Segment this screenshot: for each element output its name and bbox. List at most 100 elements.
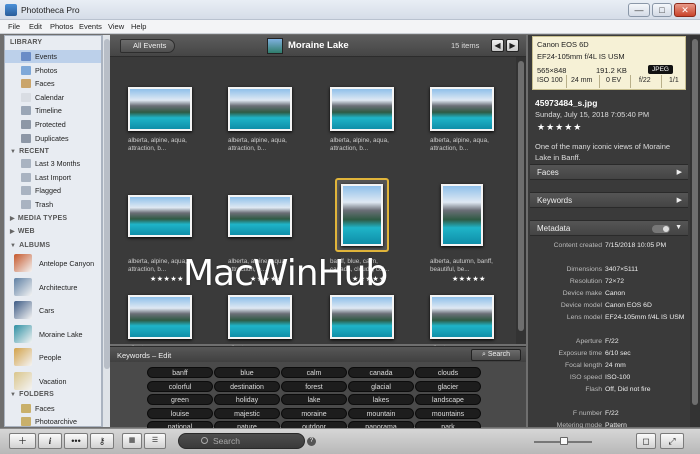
star-rating[interactable]: ★★★★★: [150, 275, 184, 283]
fullscreen-button[interactable]: ◻: [636, 433, 656, 449]
grid-view-icon[interactable]: ▦: [122, 433, 142, 449]
keyword-tag[interactable]: banff: [147, 367, 213, 378]
inspector-scroll-thumb[interactable]: [692, 39, 698, 405]
sidebar: LIBRARY Events Photos Faces Calendar Timelin…: [4, 35, 102, 427]
keyword-tag[interactable]: blue: [214, 367, 280, 378]
keyword-tag[interactable]: canada: [348, 367, 414, 378]
next-button[interactable]: ▶: [506, 39, 519, 52]
inspector-scrollbar[interactable]: [690, 35, 700, 427]
faces-section-header[interactable]: Faces ▶: [530, 164, 688, 180]
more-button[interactable]: •••: [64, 433, 88, 449]
menu-events[interactable]: Events: [79, 22, 102, 31]
album-antelope-canyon[interactable]: Antelope Canyon: [5, 252, 101, 274]
zoom-slider-knob[interactable]: [560, 437, 568, 445]
bottom-toolbar: ＋ i ••• ⚷ ▦ ☰ Search ? ◻ ⤢: [0, 428, 700, 454]
sidebar-item-duplicates[interactable]: Duplicates: [5, 132, 101, 145]
keyword-tag[interactable]: mountains: [415, 407, 481, 419]
minimize-button[interactable]: —: [628, 3, 650, 17]
expand-button[interactable]: ⤢: [660, 433, 684, 449]
sidebar-item-trash[interactable]: Trash: [5, 198, 101, 211]
event-thumbnail: [267, 38, 283, 54]
keyword-tag[interactable]: majestic: [214, 407, 280, 419]
close-button[interactable]: ✕: [674, 3, 696, 17]
keyword-search-button[interactable]: ⌕ Search: [471, 349, 521, 361]
keywords-section-header[interactable]: Keywords ▶: [530, 192, 688, 208]
sidebar-folder-faces[interactable]: Faces: [5, 402, 101, 415]
keyword-tag[interactable]: landscape: [415, 394, 481, 405]
photo-thumbnail-cell[interactable]: alberta, autumn, banff, beautiful, be... ★…: [422, 184, 522, 283]
star-rating[interactable]: ★★★★★: [452, 275, 486, 283]
keyword-tag[interactable]: holiday: [214, 394, 280, 405]
keyword-tag[interactable]: moraine: [281, 407, 347, 419]
photo-caption: alberta, autumn, banff, beautiful, be...: [430, 258, 493, 273]
list-view-icon[interactable]: ☰: [144, 433, 166, 449]
recent-header[interactable]: ▼ RECENT: [10, 148, 49, 155]
last-import-icon: [21, 172, 31, 182]
album-architecture[interactable]: Architecture: [5, 276, 101, 298]
search-input[interactable]: Search: [178, 433, 305, 449]
keyword-tag[interactable]: mountain: [348, 407, 414, 419]
keyword-tag[interactable]: forest: [281, 380, 347, 392]
photo-description[interactable]: One of the many iconic views of Moraine …: [535, 141, 685, 163]
album-cars[interactable]: Cars: [5, 299, 101, 321]
photo-thumbnail-cell[interactable]: alberta, alpine, aqua, attraction, b...: [220, 79, 320, 175]
info-button[interactable]: i: [38, 433, 62, 449]
keyword-tag[interactable]: glacier: [415, 380, 481, 392]
metadata-toggle[interactable]: [652, 225, 670, 233]
folders-header[interactable]: ▼ FOLDERS: [10, 391, 54, 398]
album-thumbnail: [14, 371, 32, 390]
faces-icon: [21, 79, 31, 89]
maximize-button[interactable]: □: [652, 3, 672, 17]
album-vacation[interactable]: Vacation: [5, 370, 101, 392]
sidebar-item-timeline[interactable]: Timeline: [5, 104, 101, 117]
sidebar-item-protected[interactable]: Protected: [5, 118, 101, 131]
album-people[interactable]: People: [5, 346, 101, 368]
all-events-button[interactable]: All Events: [120, 39, 176, 53]
grid-scrollbar[interactable]: [516, 57, 526, 344]
sidebar-scrollbar[interactable]: [102, 35, 110, 427]
photo-image: [330, 87, 394, 131]
keyword-tag[interactable]: glacial: [348, 380, 414, 392]
zoom-slider[interactable]: [534, 437, 592, 445]
keyword-tag[interactable]: lake: [281, 394, 347, 405]
sidebar-item-events[interactable]: Events: [5, 50, 101, 63]
keyword-tag[interactable]: colorful: [147, 380, 213, 392]
sidebar-item-last-3-months[interactable]: Last 3 Months: [5, 157, 101, 170]
menu-file[interactable]: File: [8, 22, 20, 31]
expand-arrow-icon: ▶: [676, 169, 682, 176]
menu-help[interactable]: Help: [131, 22, 146, 31]
sidebar-folder-photoarchive[interactable]: Photoarchive: [5, 415, 101, 426]
grid-scroll-thumb[interactable]: [518, 61, 524, 331]
photo-image: [430, 87, 494, 131]
photo-image: [128, 295, 192, 339]
photo-thumbnail-cell[interactable]: alberta, alpine, aqua, attraction, b...: [322, 79, 422, 175]
sidebar-item-last-import[interactable]: Last Import: [5, 171, 101, 184]
photo-rating[interactable]: ★★★★★: [537, 122, 582, 133]
previous-button[interactable]: ◀: [491, 39, 504, 52]
key-icon[interactable]: ⚷: [90, 433, 114, 449]
sidebar-item-calendar[interactable]: Calendar: [5, 91, 101, 104]
keyword-tag[interactable]: louise: [147, 407, 213, 419]
keyword-tag[interactable]: calm: [281, 367, 347, 378]
album-moraine-lake[interactable]: Moraine Lake: [5, 323, 101, 345]
photo-thumbnail-cell[interactable]: alberta, alpine, aqua, attraction, b...: [120, 79, 220, 175]
sidebar-item-label: Last Import: [35, 172, 71, 182]
menu-photos[interactable]: Photos: [50, 22, 73, 31]
sidebar-item-photos[interactable]: Photos: [5, 64, 101, 77]
sidebar-item-faces[interactable]: Faces: [5, 77, 101, 90]
keyword-tag[interactable]: lakes: [348, 394, 414, 405]
sidebar-item-flagged[interactable]: Flagged: [5, 184, 101, 197]
sidebar-item-label: Trash: [35, 199, 54, 209]
metadata-section-header[interactable]: Metadata ▼: [530, 220, 688, 236]
help-icon[interactable]: ?: [307, 437, 316, 446]
add-button[interactable]: ＋: [9, 433, 36, 449]
photo-thumbnail-cell[interactable]: alberta, alpine, aqua, attraction, b...: [422, 79, 522, 175]
media-types-header[interactable]: ▶ MEDIA TYPES: [10, 215, 67, 222]
web-header[interactable]: ▶ WEB: [10, 228, 35, 235]
menu-edit[interactable]: Edit: [29, 22, 42, 31]
menu-view[interactable]: View: [108, 22, 124, 31]
keyword-tag[interactable]: clouds: [415, 367, 481, 378]
keyword-tag[interactable]: green: [147, 394, 213, 405]
albums-header[interactable]: ▼ ALBUMS: [10, 242, 50, 249]
keyword-tag[interactable]: destination: [214, 380, 280, 392]
